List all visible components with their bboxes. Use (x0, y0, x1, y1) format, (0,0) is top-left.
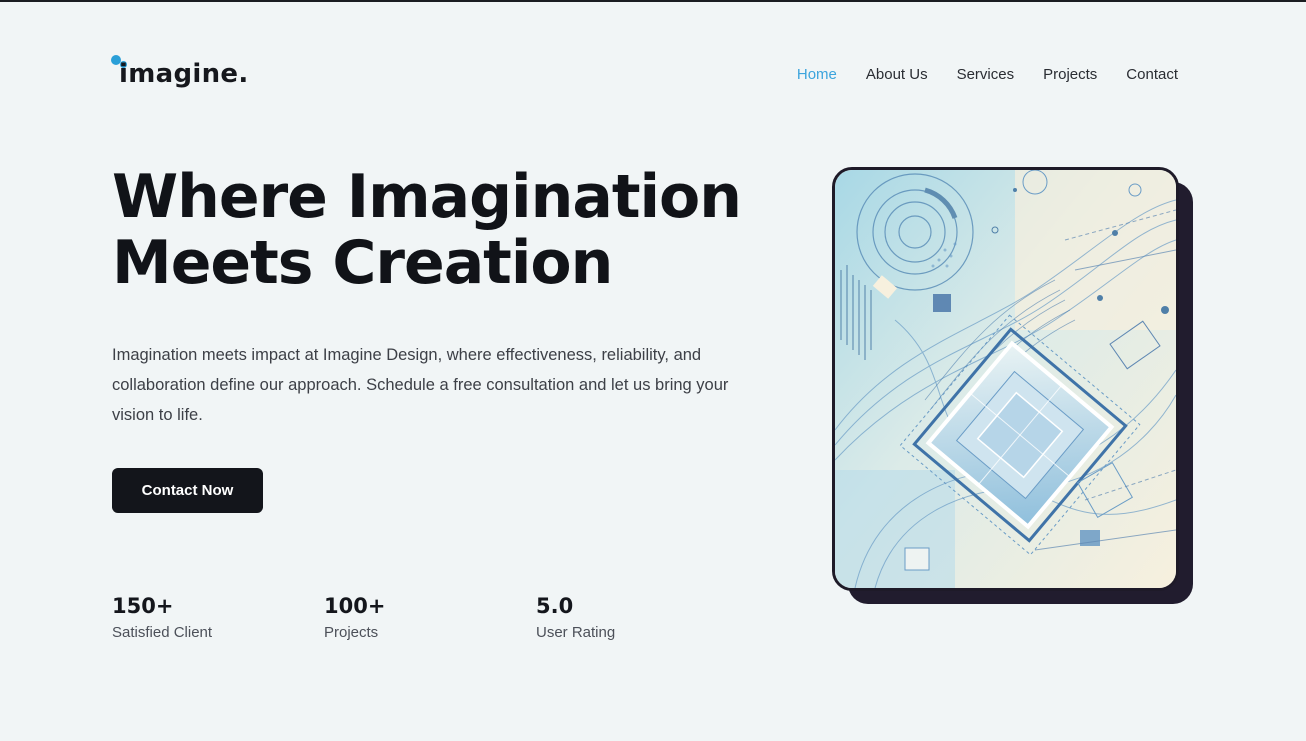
nav-home[interactable]: Home (797, 66, 837, 83)
nav-projects[interactable]: Projects (1043, 66, 1097, 83)
abstract-tech-illustration-icon (835, 170, 1176, 588)
stat-value: 150+ (112, 594, 174, 618)
stat-value: 5.0 (536, 594, 574, 618)
top-border (0, 0, 1306, 2)
hero-title: Where Imagination Meets Creation (112, 164, 772, 296)
nav-contact[interactable]: Contact (1126, 66, 1178, 83)
hero-image-card (832, 167, 1179, 591)
stat-satisfied-client: 150+ Satisfied Client (112, 592, 324, 641)
stat-label: User Rating (536, 624, 616, 641)
stat-label: Satisfied Client (112, 624, 213, 641)
hero-description: Imagination meets impact at Imagine Desi… (112, 346, 729, 424)
main-nav: Home About Us Services Projects Contact (797, 66, 1178, 83)
stat-label: Projects (324, 624, 379, 641)
hero-title-line-2: Meets Creation (112, 228, 613, 298)
stat-value: 100+ (324, 594, 386, 618)
contact-now-button[interactable]: Contact Now (112, 468, 263, 513)
stat-user-rating: 5.0 User Rating (536, 592, 748, 641)
hero-title-line-1: Where Imagination (112, 162, 742, 232)
nav-about-us[interactable]: About Us (866, 66, 928, 83)
nav-services[interactable]: Services (957, 66, 1015, 83)
logo-text: imagine. (119, 59, 249, 89)
brand-logo[interactable]: imagine. (111, 54, 248, 98)
stats-row: 150+ Satisfied Client 100+ Projects 5.0 … (112, 592, 748, 641)
stat-projects: 100+ Projects (324, 592, 536, 641)
